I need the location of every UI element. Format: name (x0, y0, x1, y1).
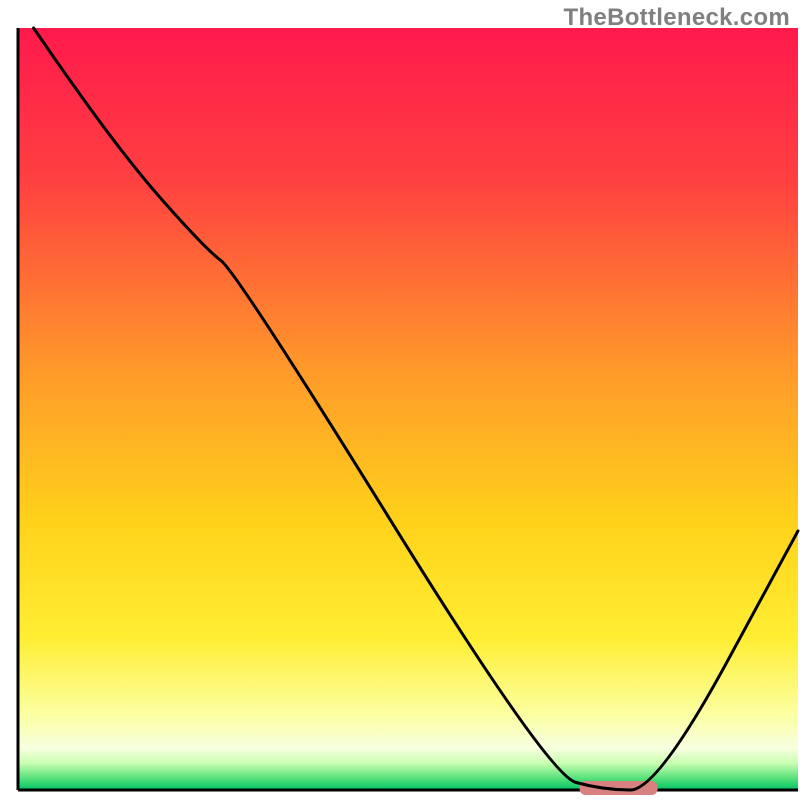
chart-background (18, 28, 798, 790)
chart-svg (0, 0, 800, 800)
chart-stage: TheBottleneck.com (0, 0, 800, 800)
